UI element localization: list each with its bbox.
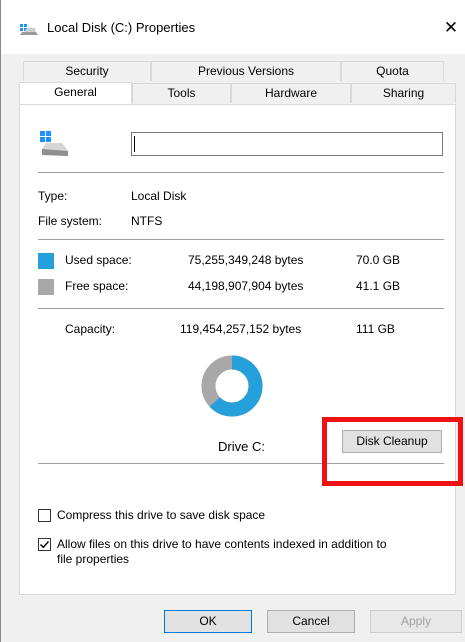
- capacity-bytes: 119,454,257,152 bytes: [180, 322, 302, 336]
- tab-general[interactable]: General: [19, 82, 132, 104]
- title-bar: Local Disk (C:) Properties ✕: [1, 0, 465, 54]
- volume-name-input[interactable]: [131, 132, 443, 156]
- type-value: Local Disk: [131, 189, 187, 203]
- tab-tools[interactable]: Tools: [132, 83, 231, 103]
- capacity-label: Capacity:: [65, 322, 116, 336]
- index-checkbox[interactable]: [38, 538, 51, 551]
- ok-button[interactable]: OK: [164, 610, 252, 633]
- type-label: Type:: [38, 189, 68, 203]
- drive-label: Drive C:: [218, 439, 265, 454]
- free-space-size: 41.1 GB: [356, 279, 401, 293]
- checkmark-icon: [40, 541, 50, 549]
- close-icon[interactable]: ✕: [437, 12, 465, 44]
- window-title: Local Disk (C:) Properties: [47, 20, 196, 35]
- tab-sharing[interactable]: Sharing: [351, 83, 456, 103]
- properties-window: Local Disk (C:) Properties ✕ Security Pr…: [0, 0, 465, 642]
- free-space-bytes: 44,198,907,904 bytes: [188, 279, 304, 293]
- capacity-size: 111 GB: [356, 322, 395, 336]
- separator: [38, 172, 444, 173]
- compress-label: Compress this drive to save disk space: [57, 508, 266, 522]
- general-panel: Type: Local Disk File system: NTFS Used …: [19, 104, 456, 595]
- used-space-size: 70.0 GB: [356, 253, 401, 267]
- compress-checkbox[interactable]: [38, 509, 51, 522]
- text-cursor: [134, 136, 135, 152]
- highlight-box: [322, 417, 463, 486]
- used-space-swatch: [38, 253, 54, 269]
- index-label-line2: file properties: [57, 552, 130, 566]
- usage-donut-chart: [201, 355, 263, 417]
- index-label-line1: Allow files on this drive to have conten…: [57, 537, 387, 551]
- drive-icon: [20, 24, 38, 35]
- cancel-button[interactable]: Cancel: [267, 610, 355, 633]
- separator: [38, 239, 444, 240]
- tab-previous-versions[interactable]: Previous Versions: [151, 61, 341, 81]
- tab-hardware[interactable]: Hardware: [231, 83, 351, 103]
- file-system-value: NTFS: [131, 214, 163, 228]
- drive-icon: [40, 131, 68, 156]
- separator: [38, 308, 444, 309]
- used-space-bytes: 75,255,349,248 bytes: [188, 253, 304, 267]
- free-space-label: Free space:: [65, 279, 129, 293]
- used-space-label: Used space:: [65, 253, 132, 267]
- tab-quota[interactable]: Quota: [341, 61, 444, 81]
- tab-security[interactable]: Security: [23, 61, 151, 81]
- file-system-label: File system:: [38, 214, 103, 228]
- free-space-swatch: [38, 279, 54, 295]
- apply-button[interactable]: Apply: [370, 610, 462, 633]
